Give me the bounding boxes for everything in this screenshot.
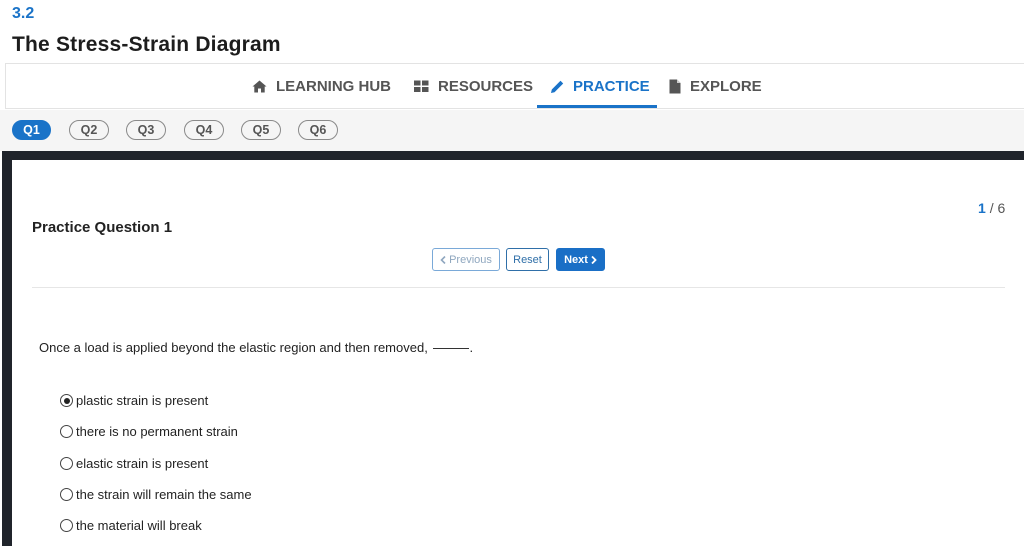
question-end: . <box>469 340 474 355</box>
tab-label: EXPLORE <box>690 78 762 95</box>
radio-button[interactable] <box>60 519 73 532</box>
radio-button-selected[interactable] <box>60 394 73 407</box>
practice-question-title: Practice Question 1 <box>32 219 173 236</box>
tab-learning-hub[interactable]: LEARNING HUB <box>252 64 391 109</box>
tab-label: RESOURCES <box>438 78 534 95</box>
grid-icon <box>414 80 429 92</box>
pencil-icon <box>551 80 564 93</box>
divider <box>32 287 1005 288</box>
question-counter: 1 / 6 <box>978 200 1005 216</box>
tab-bar: LEARNING HUB RESOURCES PRACTICE EXPLORE <box>5 63 1024 109</box>
question-pill-q5[interactable]: Q5 <box>241 120 281 140</box>
page-title: The Stress-Strain Diagram <box>12 33 281 56</box>
option-label: there is no permanent strain <box>76 424 238 439</box>
tab-explore[interactable]: EXPLORE <box>669 64 762 109</box>
question-pill-q2[interactable]: Q2 <box>69 120 109 140</box>
previous-label: Previous <box>449 253 492 266</box>
tab-practice[interactable]: PRACTICE <box>550 64 650 109</box>
option-label: plastic strain is present <box>76 393 209 408</box>
chevron-left-icon <box>440 255 446 264</box>
answer-option[interactable]: the material will break <box>60 518 202 533</box>
next-button[interactable]: Next <box>556 248 605 271</box>
option-label: elastic strain is present <box>76 456 209 471</box>
previous-button[interactable]: Previous <box>432 248 500 271</box>
answer-option[interactable]: the strain will remain the same <box>60 487 252 502</box>
counter-total: / 6 <box>989 200 1006 216</box>
tab-resources[interactable]: RESOURCES <box>414 64 533 109</box>
question-prompt: Once a load is applied beyond the elasti… <box>39 340 428 355</box>
question-text: Once a load is applied beyond the elasti… <box>39 340 473 355</box>
radio-button[interactable] <box>60 425 73 438</box>
document-icon <box>669 79 681 94</box>
radio-button[interactable] <box>60 457 73 470</box>
answer-blank <box>433 348 470 349</box>
section-number: 3.2 <box>12 5 35 22</box>
answer-option[interactable]: elastic strain is present <box>60 456 208 471</box>
answer-option[interactable]: plastic strain is present <box>60 393 208 408</box>
active-tab-indicator <box>537 105 657 108</box>
tab-label: LEARNING HUB <box>276 78 391 95</box>
home-icon <box>252 80 267 93</box>
question-pill-q1[interactable]: Q1 <box>12 120 51 140</box>
chevron-right-icon <box>591 255 597 264</box>
option-label: the material will break <box>76 518 202 533</box>
counter-current: 1 <box>978 200 986 216</box>
question-pill-q3[interactable]: Q3 <box>126 120 166 140</box>
reset-button[interactable]: Reset <box>506 248 549 271</box>
question-pill-q4[interactable]: Q4 <box>184 120 224 140</box>
option-label: the strain will remain the same <box>76 487 252 502</box>
next-label: Next <box>564 253 588 266</box>
radio-button[interactable] <box>60 488 73 501</box>
answer-option[interactable]: there is no permanent strain <box>60 424 238 439</box>
question-pill-q6[interactable]: Q6 <box>298 120 338 140</box>
tab-label: PRACTICE <box>573 78 650 95</box>
